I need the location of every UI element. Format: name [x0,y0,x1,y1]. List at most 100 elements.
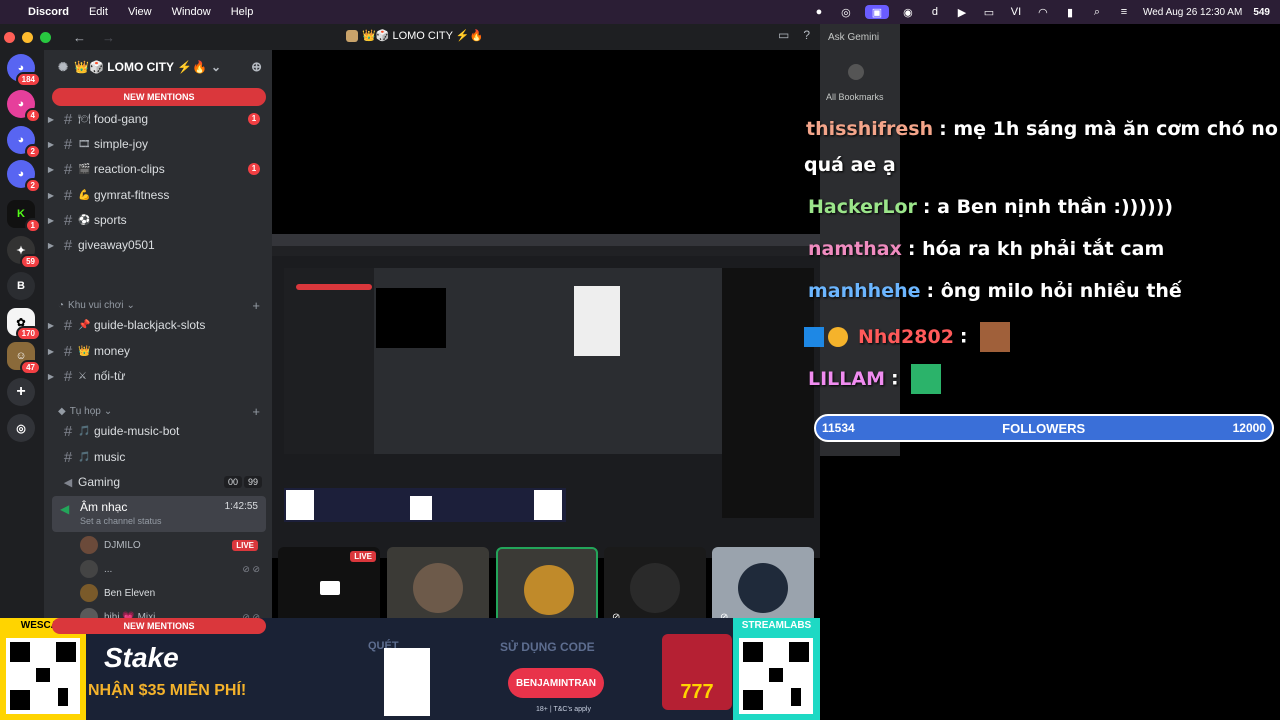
menu-window[interactable]: Window [172,6,211,18]
promo-code-button[interactable]: BENJAMINTRAN [508,668,604,698]
add-user-icon[interactable]: ⊕ [251,59,262,75]
channel-guide-music-bot[interactable]: # 🎵 guide-music-bot [44,420,272,442]
server-icon-blue-2[interactable]: ◕ 2 [7,160,41,193]
category-fun[interactable]: ◔ Khu vui chơi ⌄ + [58,298,268,313]
chat-text: mẹ 1h sáng mà ăn cơm chó no [953,118,1278,140]
caret-icon: ▶ [47,346,55,356]
channel-food-gang[interactable]: ▶ # 🍽 food-gang 1 [44,108,272,130]
avatar [738,563,788,613]
ask-gemini-button[interactable]: Ask Gemini [828,32,879,43]
server-icon-logo[interactable]: ✦ 59 [7,236,41,269]
stake-logo: Stake [104,642,179,673]
screen-share-icon[interactable]: ▣ [864,5,889,19]
forward-arrow-icon[interactable]: → [102,30,115,45]
channel-emoji: 🎞 [78,138,91,150]
clock[interactable]: Wed Aug 26 12:30 AM [1143,7,1242,18]
obs-icon[interactable]: ◎ [838,5,854,19]
wifi-icon[interactable]: ◠ [1035,5,1051,19]
channel-music[interactable]: # 🎵 music [44,446,272,468]
chat-message: LILLAM: [808,364,942,394]
avatar [630,563,680,613]
nested-video [376,288,446,348]
battery-icon[interactable]: ▮ [1062,5,1078,19]
user-limit-counter: 00 99 [223,476,262,488]
play-icon[interactable]: ▶ [954,5,970,19]
channel-name: reaction-clips [94,162,165,176]
help-icon[interactable]: ? [803,28,810,42]
menu-edit[interactable]: Edit [89,6,108,18]
input-source-icon[interactable]: VI [1008,5,1024,19]
shared-screen-preview[interactable] [272,234,820,558]
tile-user[interactable]: ⊘ [604,547,706,629]
hash-icon: # [63,342,73,360]
channel-reaction-clips[interactable]: ▶ # 🎬 reaction-clips 1 [44,158,272,180]
all-bookmarks-link[interactable]: All Bookmarks [826,92,884,102]
chat-message: Nhd2802: [804,322,1011,352]
channel-emoji: 🎵 [78,425,91,437]
category-meet[interactable]: ◆ Tụ họp ⌄ + [58,404,268,419]
channel-name: nối-từ [94,369,126,383]
server-header[interactable]: ✺ 👑🎲 LOMO CITY ⚡🔥 ⌄ ⊕ [44,50,272,84]
live-badge: LIVE [350,551,376,562]
add-channel-icon[interactable]: + [252,404,260,419]
menu-view[interactable]: View [128,6,152,18]
channel-sports[interactable]: ▶ # ⚽ sports [44,209,272,231]
voice-user-name: DJMILO [104,539,141,551]
channel-giveaway[interactable]: ▶ # giveaway0501 [44,234,272,256]
server-icon-lomo[interactable]: ✿ 170 [7,308,41,341]
chevron-down-icon: ⌄ [126,300,135,311]
nested-mention-bar [296,284,372,290]
chat-sep: : [891,367,899,390]
minimize-window-button[interactable] [22,31,33,43]
menu-app[interactable]: Discord [28,6,69,18]
channel-noi-tu[interactable]: ▶ # ⚔ nối-từ [44,365,272,387]
tile-user[interactable] [387,547,489,629]
server-icon-letter[interactable]: B [7,272,35,300]
back-arrow-icon[interactable]: ← [73,30,86,45]
unread-badge: 1 [248,113,260,125]
stream-stage: LIVE ⊘ ⊘ [272,50,820,629]
voice-channel-gaming[interactable]: ◀ Gaming 00 99 [44,471,272,493]
d-app-icon[interactable]: d [927,5,943,19]
channel-gymrat-fitness[interactable]: ▶ # 💪 gymrat-fitness [44,184,272,206]
voice-user[interactable]: ... ⊘ ⊘ [80,558,270,580]
voice-user[interactable]: DJMILO LIVE [80,534,270,556]
inbox-icon[interactable]: ▭ [778,28,789,42]
chat-text: hóa ra kh phải tắt cam [922,238,1165,260]
cast-icon[interactable]: ◉ [900,5,916,19]
channel-money[interactable]: ▶ # 👑 money [44,340,272,362]
channel-status[interactable]: Set a channel status [80,516,162,526]
car-icon[interactable]: ▭ [981,5,997,19]
zoom-window-button[interactable] [40,31,51,43]
voice-user[interactable]: Ben Eleven [80,582,270,604]
record-icon[interactable]: ● [811,5,827,19]
channel-guide-blackjack[interactable]: ▶ # 📌 guide-blackjack-slots [44,314,272,336]
control-center-icon[interactable]: ≡ [1116,5,1132,19]
gear-icon: ✺ [58,60,69,74]
bookmark-icon[interactable] [848,64,864,80]
channel-simple-joy[interactable]: ▶ # 🎞 simple-joy [44,133,272,155]
channel-emoji: 🍽 [78,113,91,125]
add-server-icon[interactable]: + [7,378,35,406]
menu-help[interactable]: Help [231,6,254,18]
server-icon-pink[interactable]: ◕ 4 [7,90,41,123]
search-icon[interactable]: ⌕ [1089,5,1105,19]
chat-sep: : [959,325,968,348]
badge: 170 [15,326,41,341]
avatar [80,584,98,602]
voice-channel-am-nhac[interactable]: ◀ Âm nhạc Set a channel status 1:42:55 [52,496,266,532]
add-channel-icon[interactable]: + [252,298,260,313]
discover-icon[interactable]: ◎ [7,414,35,442]
tile-user-speaking[interactable] [496,547,598,629]
server-name: 👑🎲 LOMO CITY ⚡🔥 [74,60,207,74]
server-icon-avatar[interactable]: ☺ 47 [7,342,41,375]
new-mentions-bar[interactable]: NEW MENTIONS [52,88,266,106]
close-window-button[interactable] [4,31,15,43]
new-mentions-bar-bottom[interactable]: NEW MENTIONS [52,618,266,634]
channel-emoji: 🎬 [78,163,91,175]
server-icon-blue[interactable]: ◕ 2 [7,126,41,159]
dm-home-icon[interactable]: ◕ 184 [7,54,41,87]
tile-stream[interactable]: LIVE [278,547,380,629]
tile-user[interactable]: ⊘ [712,547,814,629]
server-icon-kick[interactable]: K1 [7,200,41,233]
